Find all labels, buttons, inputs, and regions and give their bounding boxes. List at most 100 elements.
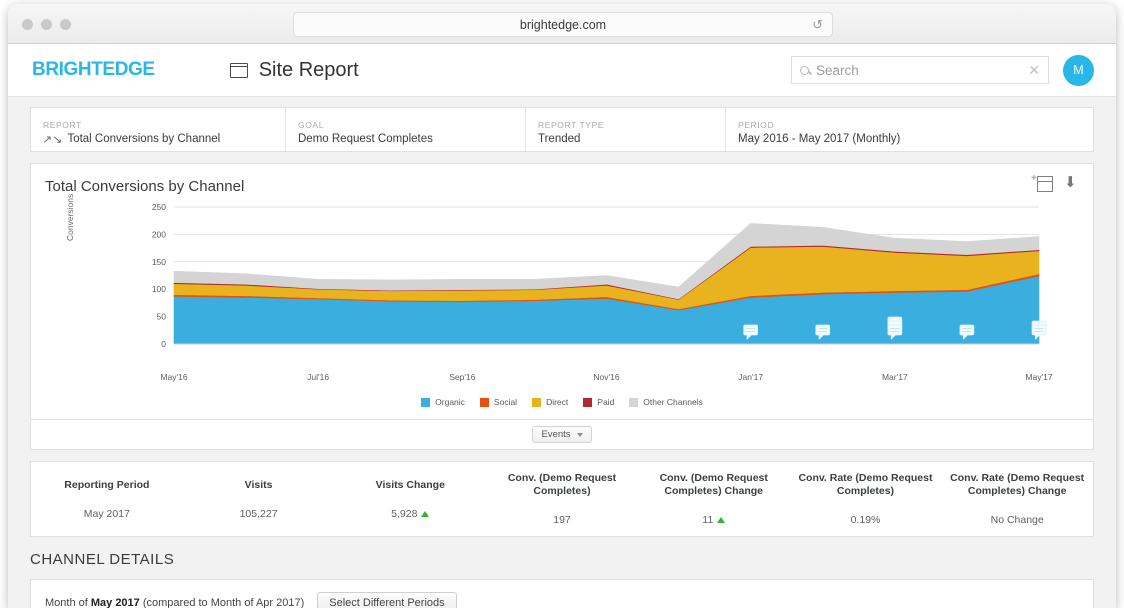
svg-text:200: 200 xyxy=(152,229,166,239)
svg-text:100: 100 xyxy=(152,284,166,294)
events-dropdown[interactable]: Events xyxy=(532,426,591,443)
summary-col-conversions-change: Conv. (Demo Request Completes) Change 11 xyxy=(638,462,790,536)
trend-line-icon: ↗↘ xyxy=(42,133,62,146)
add-to-dashboard-icon[interactable] xyxy=(1037,176,1053,192)
cell-conv-rate: 0.19% xyxy=(851,514,881,526)
svg-text:250: 250 xyxy=(152,202,166,212)
svg-text:0: 0 xyxy=(161,339,166,349)
period-prefix: Month of xyxy=(45,597,91,608)
x-axis-tick-label: May'17 xyxy=(1025,372,1052,382)
period-comparison-text: Month of May 2017 (compared to Month of … xyxy=(45,597,304,608)
x-axis-tick-label: Mar'17 xyxy=(882,372,908,382)
meta-goal[interactable]: GOAL Demo Request Completes xyxy=(286,108,526,151)
summary-col-conversions: Conv. (Demo Request Completes) 197 xyxy=(486,462,638,536)
window-controls[interactable] xyxy=(22,19,71,30)
cell-visits-change: 5,928 xyxy=(391,508,429,520)
area-chart-plot: 0 50 100 150 200 250 xyxy=(31,202,1093,372)
cell-conversions-change-value: 11 xyxy=(702,514,713,526)
search-input[interactable] xyxy=(816,63,1021,78)
browser-window: brightedge.com ↺ BRIGHTEDGE Site Report … xyxy=(8,4,1116,608)
meta-goal-value: Demo Request Completes xyxy=(298,133,513,145)
chart-title: Total Conversions by Channel xyxy=(31,164,1093,195)
legend-item[interactable]: Other Channels xyxy=(629,397,703,407)
report-meta-strip: REPORT ↗↘ Total Conversions by Channel G… xyxy=(30,107,1094,152)
column-header: Conv. (Demo Request Completes) Change xyxy=(644,472,784,498)
cell-conv-rate-change: No Change xyxy=(991,514,1044,526)
meta-report-text: Total Conversions by Channel xyxy=(67,133,220,145)
app-header: BRIGHTEDGE Site Report ✕ M xyxy=(8,44,1116,97)
legend-label: Direct xyxy=(546,397,568,407)
search-icon xyxy=(800,66,809,75)
legend-item[interactable]: Paid xyxy=(583,397,614,407)
legend-swatch xyxy=(421,398,430,407)
svg-text:50: 50 xyxy=(157,312,167,322)
address-bar[interactable]: brightedge.com ↺ xyxy=(293,12,833,37)
svg-text:150: 150 xyxy=(152,257,166,267)
chart-card: Total Conversions by Channel Conversions… xyxy=(30,163,1094,420)
maximize-window-button[interactable] xyxy=(60,19,71,30)
summary-table: Reporting Period May 2017 Visits 105,227… xyxy=(30,461,1094,537)
select-different-periods-button[interactable]: Select Different Periods xyxy=(317,592,456,608)
page-title-group: Site Report xyxy=(230,59,359,82)
legend-item[interactable]: Social xyxy=(480,397,517,407)
brightedge-logo[interactable]: BRIGHTEDGE xyxy=(32,59,155,81)
column-header: Conv. Rate (Demo Request Completes) Chan… xyxy=(947,472,1087,498)
cell-reporting-period: May 2017 xyxy=(84,508,130,520)
reload-icon[interactable]: ↺ xyxy=(812,18,823,32)
period-bold: May 2017 xyxy=(91,597,140,608)
trend-up-icon xyxy=(717,517,725,523)
cell-visits-change-value: 5,928 xyxy=(391,508,417,520)
column-header: Visits Change xyxy=(376,479,445,492)
x-axis-tick-label: Jan'17 xyxy=(738,372,763,382)
avatar[interactable]: M xyxy=(1063,55,1094,86)
events-bar: Events xyxy=(30,420,1094,450)
meta-report-value: ↗↘ Total Conversions by Channel xyxy=(43,133,273,146)
legend-label: Other Channels xyxy=(643,397,703,407)
events-dropdown-label: Events xyxy=(541,429,570,440)
x-axis-tick-label: Nov'16 xyxy=(593,372,619,382)
chart-svg: 0 50 100 150 200 250 xyxy=(31,202,1093,372)
cell-conversions-change: 11 xyxy=(702,514,725,526)
meta-report-type[interactable]: REPORT TYPE Trended xyxy=(526,108,726,151)
report-window-icon xyxy=(230,63,248,78)
minimize-window-button[interactable] xyxy=(41,19,52,30)
chevron-down-icon xyxy=(577,433,583,437)
summary-col-visits-change: Visits Change 5,928 xyxy=(334,462,486,536)
column-header: Reporting Period xyxy=(64,479,149,492)
search-box[interactable]: ✕ xyxy=(791,56,1049,84)
x-axis-tick-label: Sep'16 xyxy=(449,372,475,382)
page-body: REPORT ↗↘ Total Conversions by Channel G… xyxy=(8,97,1116,608)
x-axis-tick-label: Jul'16 xyxy=(307,372,329,382)
header-actions: ✕ M xyxy=(791,55,1094,86)
close-window-button[interactable] xyxy=(22,19,33,30)
meta-period-label: PERIOD xyxy=(738,120,1081,130)
meta-report-type-value: Trended xyxy=(538,133,713,145)
summary-col-conv-rate-change: Conv. Rate (Demo Request Completes) Chan… xyxy=(941,462,1093,536)
legend-label: Paid xyxy=(597,397,614,407)
column-header: Visits xyxy=(245,479,273,492)
summary-col-conv-rate: Conv. Rate (Demo Request Completes) 0.19… xyxy=(790,462,942,536)
meta-report[interactable]: REPORT ↗↘ Total Conversions by Channel xyxy=(31,108,286,151)
channel-details-heading: CHANNEL DETAILS xyxy=(30,551,1094,568)
legend-swatch xyxy=(480,398,489,407)
legend-label: Social xyxy=(494,397,517,407)
legend-swatch xyxy=(629,398,638,407)
x-axis-tick-label: May'16 xyxy=(160,372,187,382)
channel-details-card: Month of May 2017 (compared to Month of … xyxy=(30,579,1094,608)
close-icon[interactable]: ✕ xyxy=(1028,63,1040,77)
summary-col-reporting-period: Reporting Period May 2017 xyxy=(31,462,183,536)
legend-item[interactable]: Direct xyxy=(532,397,568,407)
legend-swatch xyxy=(583,398,592,407)
meta-goal-label: GOAL xyxy=(298,120,513,130)
page-title: Site Report xyxy=(259,59,359,82)
download-icon[interactable] xyxy=(1064,176,1080,192)
meta-period[interactable]: PERIOD May 2016 - May 2017 (Monthly) xyxy=(726,108,1093,151)
column-header: Conv. Rate (Demo Request Completes) xyxy=(796,472,936,498)
url-text: brightedge.com xyxy=(520,18,606,32)
cell-visits: 105,227 xyxy=(240,508,278,520)
meta-report-type-label: REPORT TYPE xyxy=(538,120,713,130)
meta-report-label: REPORT xyxy=(43,120,273,130)
trend-up-icon xyxy=(421,511,429,517)
chart-toolbar xyxy=(1037,176,1080,192)
legend-item[interactable]: Organic xyxy=(421,397,465,407)
